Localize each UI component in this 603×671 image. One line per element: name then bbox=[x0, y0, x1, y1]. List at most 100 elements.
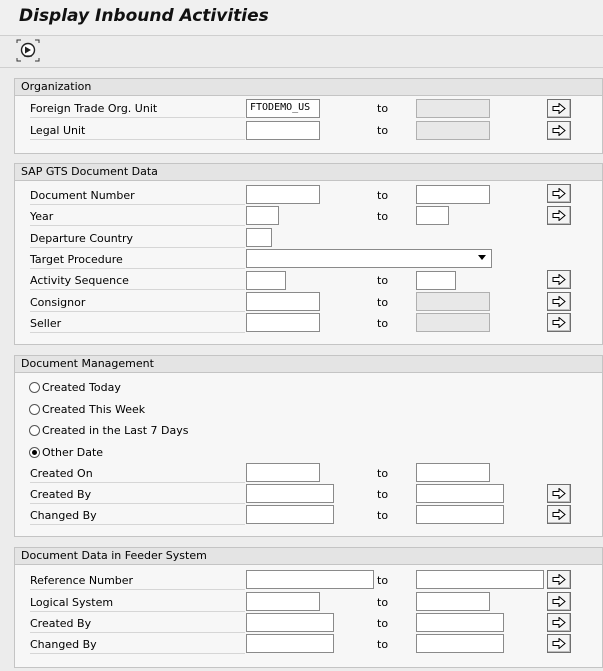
multiple-selection-button[interactable] bbox=[547, 270, 571, 289]
document-number-to-input[interactable] bbox=[416, 185, 490, 204]
multiple-selection-button[interactable] bbox=[547, 206, 571, 225]
changed-by-from-input[interactable] bbox=[246, 505, 334, 524]
multiple-selection-button[interactable] bbox=[547, 505, 571, 524]
created-on-label: Created On bbox=[30, 467, 244, 483]
multiple-selection-arrow-icon bbox=[552, 488, 566, 499]
to-label: to bbox=[377, 617, 389, 630]
feeder-changed-by-from-input[interactable] bbox=[246, 634, 334, 653]
foreign-trade-org-unit-label: Foreign Trade Org. Unit bbox=[30, 102, 246, 118]
multiple-selection-button[interactable] bbox=[547, 484, 571, 503]
year-label: Year bbox=[30, 210, 248, 226]
document-management-section: Document Management Created Today Create… bbox=[14, 355, 603, 537]
changed-by-to-input[interactable] bbox=[416, 505, 504, 524]
radio-other-date[interactable]: Other Date bbox=[29, 446, 103, 459]
activity-sequence-to-input[interactable] bbox=[416, 271, 456, 290]
year-to-input[interactable] bbox=[416, 206, 449, 225]
departure-country-label: Departure Country bbox=[30, 232, 246, 248]
to-label: to bbox=[377, 124, 389, 137]
organization-section: Organization Foreign Trade Org. Unit FTO… bbox=[14, 78, 603, 154]
target-procedure-dropdown[interactable] bbox=[246, 249, 492, 268]
title-bar: Display Inbound Activities bbox=[0, 0, 603, 36]
radio-button[interactable] bbox=[29, 382, 40, 393]
to-label: to bbox=[377, 638, 389, 651]
logical-system-label: Logical System bbox=[30, 596, 246, 612]
consignor-from-input[interactable] bbox=[246, 292, 320, 311]
created-by-label: Created By bbox=[30, 488, 246, 504]
multiple-selection-arrow-icon bbox=[552, 509, 566, 520]
multiple-selection-arrow-icon bbox=[552, 317, 566, 328]
seller-from-input[interactable] bbox=[246, 313, 320, 332]
legal-unit-from-input[interactable] bbox=[246, 121, 320, 140]
multiple-selection-button[interactable] bbox=[547, 613, 571, 632]
logical-system-to-input[interactable] bbox=[416, 592, 490, 611]
multiple-selection-button[interactable] bbox=[547, 121, 571, 140]
multiple-selection-button[interactable] bbox=[547, 99, 571, 118]
multiple-selection-button[interactable] bbox=[547, 313, 571, 332]
radio-created-this-week[interactable]: Created This Week bbox=[29, 403, 145, 416]
multiple-selection-button[interactable] bbox=[547, 184, 571, 203]
chevron-down-icon bbox=[478, 255, 486, 260]
radio-button[interactable] bbox=[29, 425, 40, 436]
seller-label: Seller bbox=[30, 317, 247, 333]
multiple-selection-button[interactable] bbox=[547, 592, 571, 611]
reference-number-to-input[interactable] bbox=[416, 570, 544, 589]
consignor-label: Consignor bbox=[30, 296, 247, 312]
radio-label: Created in the Last 7 Days bbox=[42, 424, 189, 437]
radio-created-today[interactable]: Created Today bbox=[29, 381, 121, 394]
consignor-to-input[interactable] bbox=[416, 292, 490, 311]
to-label: to bbox=[377, 296, 389, 309]
radio-button-selected[interactable] bbox=[29, 447, 40, 458]
application-toolbar bbox=[0, 36, 603, 68]
year-from-input[interactable] bbox=[246, 206, 279, 225]
to-label: to bbox=[377, 189, 389, 202]
feeder-system-section: Document Data in Feeder System Reference… bbox=[14, 547, 603, 668]
to-label: to bbox=[377, 467, 389, 480]
radio-button[interactable] bbox=[29, 404, 40, 415]
reference-number-from-input[interactable] bbox=[246, 570, 374, 589]
foreign-trade-org-unit-from-input[interactable]: FTODEMO_US bbox=[246, 99, 320, 118]
foreign-trade-org-unit-to-input[interactable] bbox=[416, 99, 490, 118]
document-management-header: Document Management bbox=[15, 356, 602, 373]
to-label: to bbox=[377, 102, 389, 115]
multiple-selection-button[interactable] bbox=[547, 634, 571, 653]
activity-sequence-label: Activity Sequence bbox=[30, 274, 245, 290]
execute-icon[interactable] bbox=[16, 39, 40, 62]
page-title: Display Inbound Activities bbox=[19, 6, 269, 26]
radio-created-last-7-days[interactable]: Created in the Last 7 Days bbox=[29, 424, 188, 437]
sap-gts-document-data-header: SAP GTS Document Data bbox=[15, 164, 602, 181]
changed-by-label: Changed By bbox=[30, 509, 244, 525]
seller-to-input[interactable] bbox=[416, 313, 490, 332]
multiple-selection-button[interactable] bbox=[547, 570, 571, 589]
activity-sequence-from-input[interactable] bbox=[246, 271, 286, 290]
feeder-created-by-label: Created By bbox=[30, 617, 246, 633]
document-number-label: Document Number bbox=[30, 189, 245, 205]
multiple-selection-arrow-icon bbox=[552, 638, 566, 649]
multiple-selection-arrow-icon bbox=[552, 125, 566, 136]
departure-country-input[interactable] bbox=[246, 228, 272, 247]
to-label: to bbox=[377, 488, 389, 501]
to-label: to bbox=[377, 596, 389, 609]
radio-label: Created Today bbox=[42, 381, 121, 394]
multiple-selection-arrow-icon bbox=[552, 574, 566, 585]
radio-label: Other Date bbox=[42, 446, 104, 459]
feeder-created-by-to-input[interactable] bbox=[416, 613, 504, 632]
feeder-changed-by-to-input[interactable] bbox=[416, 634, 504, 653]
organization-header: Organization bbox=[15, 79, 602, 96]
created-by-from-input[interactable] bbox=[246, 484, 334, 503]
feeder-system-header: Document Data in Feeder System bbox=[15, 548, 602, 565]
created-on-to-input[interactable] bbox=[416, 463, 490, 482]
multiple-selection-arrow-icon bbox=[552, 210, 566, 221]
multiple-selection-arrow-icon bbox=[552, 596, 566, 607]
sap-gts-document-data-section: SAP GTS Document Data Document Number to… bbox=[14, 163, 603, 345]
radio-label: Created This Week bbox=[42, 403, 146, 416]
multiple-selection-button[interactable] bbox=[547, 292, 571, 311]
document-number-from-input[interactable] bbox=[246, 185, 320, 204]
feeder-created-by-from-input[interactable] bbox=[246, 613, 334, 632]
multiple-selection-arrow-icon bbox=[552, 188, 566, 199]
created-on-from-input[interactable] bbox=[246, 463, 320, 482]
legal-unit-label: Legal Unit bbox=[30, 124, 247, 140]
to-label: to bbox=[377, 509, 389, 522]
logical-system-from-input[interactable] bbox=[246, 592, 320, 611]
created-by-to-input[interactable] bbox=[416, 484, 504, 503]
legal-unit-to-input[interactable] bbox=[416, 121, 490, 140]
